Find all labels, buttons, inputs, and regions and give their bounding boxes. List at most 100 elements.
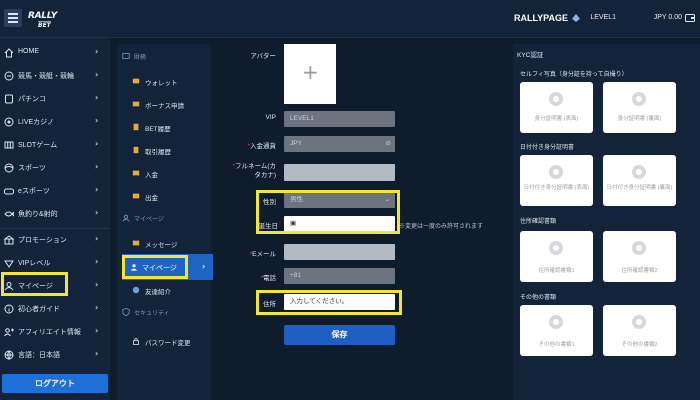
chevron-right-icon: › (95, 257, 99, 266)
phone-field[interactable]: +81 (284, 268, 395, 284)
fullname-field[interactable] (284, 164, 395, 181)
vip-label: VIP (265, 114, 276, 121)
user-level: LEVEL1 (590, 14, 616, 21)
plus-icon: + (302, 60, 319, 84)
kyc-upload-dated-back[interactable]: 日付付き身分証明書 (裏面) (603, 155, 676, 206)
kyc-selfie-title: セルフィ写真（身分証を持って自撮り） (520, 72, 628, 78)
kyc-dated-title: 日付付き身分証明書 (520, 145, 575, 151)
kyc-upload-address-2[interactable]: 住所確認書類2 (603, 231, 676, 282)
kyc-upload-id-front[interactable]: 身分証明書 (表面) (520, 82, 593, 133)
sidebar-item-guide[interactable]: 初心者ガイド › (0, 298, 110, 320)
lock-icon: ⊘ (385, 140, 391, 147)
chevron-right-icon: › (95, 185, 99, 194)
email-field[interactable] (284, 244, 395, 260)
gender-change-note: ※変更は一度のみ許可されます (399, 224, 484, 230)
sidebar-item-esports[interactable]: eスポーツ › (0, 180, 110, 202)
affiliate-icon (4, 328, 14, 337)
logo-text-bottom: BET (38, 21, 51, 29)
sidebar: HOME › 競馬・競艇・競輪 › パチンコ › LIVEカジノ › SLOTゲーム › … (0, 38, 110, 400)
sidebar-item-slot[interactable]: SLOTゲーム › (0, 134, 110, 156)
kyc-upload-other-1[interactable]: その他の書類1 (520, 305, 593, 356)
kyc-upload-address-1[interactable]: 住所確認書類1 (520, 231, 593, 282)
slot-icon (4, 141, 14, 149)
chevron-right-icon: › (95, 326, 99, 335)
sidebar-item-sports[interactable]: スポーツ › (0, 157, 110, 179)
racing-icon (4, 71, 14, 81)
phone-label: *電話 (260, 275, 276, 282)
currency-label: *入金通貨 (247, 143, 276, 150)
sidebar-item-pachinko[interactable]: パチンコ › (0, 88, 110, 110)
save-button[interactable]: 保存 (284, 325, 395, 345)
avatar-upload[interactable]: + (284, 44, 336, 104)
bonus-icon (132, 101, 140, 107)
camera-icon (549, 241, 563, 255)
highlight-box-sidebar-mypage (1, 272, 68, 296)
submenu-section-security: セキュリティ (122, 308, 170, 317)
submenu-section-finance: 財務 (122, 52, 146, 61)
mypage-submenu: 財務 ウォレット ボーナス申請 BET履歴 取引履歴 入金 出金 マイページ メ… (117, 44, 211, 400)
sports-icon (4, 163, 14, 173)
sidebar-item-fishing[interactable]: 魚釣り&射的 › (0, 203, 110, 225)
rallybet-logo[interactable]: RALLY BET (28, 8, 68, 30)
submenu-item-password[interactable]: パスワード変更 (117, 331, 211, 351)
live-casino-icon (4, 117, 14, 127)
vip-field: LEVEL1 (284, 111, 395, 127)
shield-icon (122, 308, 130, 316)
referral-icon (132, 286, 140, 294)
highlight-box-gender-birthday (256, 190, 400, 234)
sidebar-item-promotion[interactable]: プロモーション › (0, 229, 110, 251)
chevron-right-icon: › (95, 234, 99, 243)
hamburger-menu-icon[interactable] (4, 9, 22, 27)
bet-history-icon (133, 123, 139, 131)
kyc-upload-id-back[interactable]: 身分証明書 (裏面) (603, 82, 676, 133)
submenu-item-transactions[interactable]: 取引履歴 (117, 140, 211, 160)
rank-badge-icon (572, 14, 580, 22)
finance-icon (122, 53, 130, 59)
chevron-right-icon: › (95, 349, 99, 358)
camera-icon (632, 315, 646, 329)
phone-prefix: +81 (290, 272, 302, 279)
kyc-upload-dated-front[interactable]: 日付付き身分証明書 (表面) (520, 155, 593, 206)
globe-icon (4, 350, 14, 360)
chevron-right-icon: › (95, 47, 99, 56)
chevron-right-icon: › (95, 116, 99, 125)
brand-name: RALLYPAGE (513, 13, 568, 23)
logo-text-top: RALLY (28, 11, 57, 21)
submenu-item-withdraw[interactable]: 出金 (117, 186, 211, 206)
submenu-item-deposit[interactable]: 入金 (117, 163, 211, 183)
chevron-right-icon: › (95, 208, 99, 217)
promotion-icon (4, 235, 14, 245)
sidebar-item-live-casino[interactable]: LIVEカジノ › (0, 111, 110, 133)
chevron-right-icon: › (202, 262, 206, 271)
camera-icon (632, 165, 646, 179)
chevron-right-icon: › (95, 303, 99, 312)
submenu-item-bet-history[interactable]: BET履歴 (117, 117, 211, 137)
submenu-item-message[interactable]: メッセージ (117, 233, 211, 253)
highlight-box-address (256, 290, 402, 315)
sidebar-item-home[interactable]: HOME › (0, 42, 110, 64)
kyc-upload-other-2[interactable]: その他の書類2 (603, 305, 676, 356)
vip-icon (4, 260, 14, 268)
chevron-right-icon: › (95, 280, 99, 289)
submenu-section-mypage: マイページ (122, 214, 164, 223)
currency-field: JPY ⊘ (284, 136, 395, 152)
fishing-icon (4, 211, 14, 217)
submenu-item-wallet[interactable]: ウォレット (117, 71, 211, 91)
email-label: *Eメール (249, 251, 276, 258)
wallet-icon[interactable] (685, 14, 695, 22)
logout-button[interactable]: ログアウト (2, 374, 108, 393)
user-icon (122, 214, 130, 222)
submenu-item-referral[interactable]: 友達紹介 (117, 280, 211, 300)
sidebar-item-affiliate[interactable]: アフィリエイト情報 › (0, 321, 110, 343)
submenu-item-bonus[interactable]: ボーナス申請 (117, 94, 211, 114)
chevron-right-icon: › (95, 93, 99, 102)
camera-icon (632, 241, 646, 255)
chevron-right-icon: › (95, 70, 99, 79)
message-icon (132, 240, 140, 246)
chevron-right-icon: › (95, 162, 99, 171)
kyc-address-title: 住所確認書類 (520, 219, 557, 225)
sidebar-item-vip[interactable]: VIPレベル › (0, 252, 110, 274)
sidebar-item-language[interactable]: 言語：日本語 › (0, 344, 110, 366)
balance-display: JPY 0.00 (653, 14, 682, 21)
sidebar-item-racing[interactable]: 競馬・競艇・競輪 › (0, 65, 110, 87)
